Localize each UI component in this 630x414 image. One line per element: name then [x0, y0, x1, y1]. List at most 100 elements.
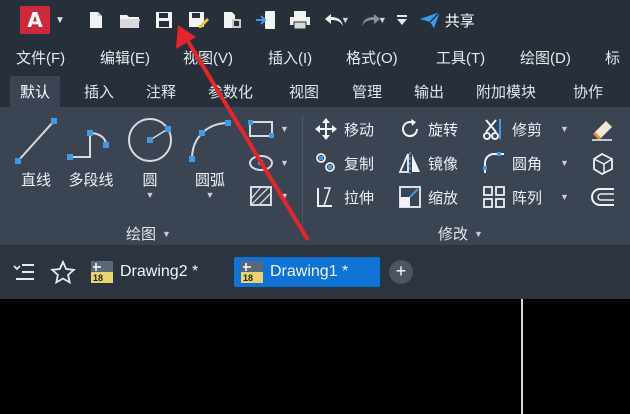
file-tab-bar: 18 Drawing2 * 18 Drawing1 * + [0, 245, 630, 299]
ellipse-caret-icon[interactable]: ▼ [280, 158, 289, 168]
export-icon[interactable] [249, 5, 283, 35]
tab-default[interactable]: 默认 [10, 76, 61, 107]
file-list-icon[interactable] [12, 260, 36, 289]
scale-tool[interactable]: 缩放 [398, 185, 458, 209]
panel-divider [302, 115, 303, 237]
line-tool[interactable]: 直线 [14, 117, 58, 190]
crosshair-line [521, 299, 523, 414]
explode-tool[interactable] [590, 151, 616, 175]
offset-tool[interactable] [590, 185, 616, 209]
tab-annotate[interactable]: 注释 [146, 81, 176, 102]
share-icon [419, 11, 441, 28]
circle-icon [128, 118, 172, 162]
tab-output[interactable]: 输出 [414, 81, 444, 102]
open-folder-icon[interactable] [113, 5, 147, 35]
application-menu-button[interactable]: A [20, 6, 50, 34]
file-tab-drawing1[interactable]: 18 Drawing1 * [234, 257, 380, 287]
trim-icon [483, 119, 501, 140]
tab-addins[interactable]: 附加模块 [476, 81, 536, 102]
line-icon [15, 118, 57, 164]
menu-dimension[interactable]: 标 [605, 47, 620, 68]
scale-icon [399, 186, 421, 208]
circle-tool[interactable]: 圆 ▼ [126, 115, 174, 200]
drawing-canvas[interactable] [0, 299, 630, 414]
dwg-badge-2: 18 [93, 273, 103, 283]
erase-tool[interactable] [590, 117, 616, 141]
array-icon [483, 186, 505, 208]
circle-caret-icon[interactable]: ▼ [146, 190, 155, 200]
hatch-tool[interactable]: ▼ [248, 185, 289, 207]
tab-manage[interactable]: 管理 [352, 81, 382, 102]
ellipse-icon [249, 155, 273, 171]
hatch-caret-icon[interactable]: ▼ [280, 191, 289, 201]
stretch-tool[interactable]: 拉伸 [314, 185, 374, 209]
file-tab-label: Drawing2 * [120, 263, 199, 280]
quick-access-toolbar: A ▼ ▼ ▼ 共享 [0, 0, 630, 40]
stretch-icon [317, 187, 332, 207]
rectangle-caret-icon[interactable]: ▼ [280, 124, 289, 134]
fillet-tool[interactable]: 圆角 ▼ [482, 151, 569, 175]
menu-view[interactable]: 视图(V) [183, 47, 233, 68]
arc-caret-icon[interactable]: ▼ [206, 190, 215, 200]
new-file-icon[interactable] [79, 5, 113, 35]
share-label: 共享 [444, 12, 475, 30]
hatch-icon [250, 186, 272, 206]
draw-panel-caret-icon: ▼ [162, 228, 171, 239]
favorites-star-icon[interactable] [50, 259, 76, 289]
copy-tool[interactable]: 复制 [314, 151, 374, 175]
save-as-icon[interactable] [181, 5, 215, 35]
menu-format[interactable]: 格式(O) [346, 47, 398, 68]
rotate-tool[interactable]: 旋转 [398, 117, 458, 141]
modify-panel-title[interactable]: 修改 ▼ [438, 223, 483, 244]
move-icon [315, 118, 337, 140]
eraser-icon [592, 121, 612, 141]
share-button[interactable]: 共享 [419, 10, 475, 31]
print-icon[interactable] [283, 5, 317, 35]
fillet-icon [483, 152, 504, 173]
app-menu-caret-icon[interactable]: ▼ [55, 15, 65, 26]
rotate-icon [402, 119, 419, 138]
file-tab-label: Drawing1 * [270, 263, 349, 280]
menu-draw[interactable]: 绘图(D) [520, 47, 571, 68]
draw-panel-title[interactable]: 绘图 ▼ [126, 223, 171, 244]
menu-file[interactable]: 文件(F) [16, 47, 65, 68]
offset-icon [591, 188, 614, 206]
trim-caret-icon[interactable]: ▼ [560, 124, 569, 134]
plot-publish-icon[interactable] [215, 5, 249, 35]
menu-insert[interactable]: 插入(I) [268, 47, 312, 68]
mirror-tool[interactable]: 镜像 [398, 151, 458, 175]
menu-bar: 文件(F) 编辑(E) 视图(V) 插入(I) 格式(O) 工具(T) 绘图(D… [0, 40, 630, 73]
modify-panel-caret-icon: ▼ [474, 228, 483, 239]
arc-icon [189, 120, 231, 162]
customize-caret-icon[interactable] [391, 5, 413, 35]
redo-caret-icon[interactable]: ▼ [378, 15, 387, 25]
trim-tool[interactable]: 修剪 ▼ [482, 117, 569, 141]
tab-insert[interactable]: 插入 [84, 81, 114, 102]
undo-caret-icon[interactable]: ▼ [341, 15, 350, 25]
mirror-icon [398, 152, 420, 174]
move-tool[interactable]: 移动 [314, 117, 374, 141]
drawing-file-icon: 18 [90, 260, 114, 284]
copy-icon [316, 153, 335, 172]
tab-view[interactable]: 视图 [289, 81, 319, 102]
tab-collaborate[interactable]: 协作 [573, 81, 603, 102]
drawing-file-icon: 18 [240, 260, 264, 284]
file-tab-drawing2[interactable]: 18 Drawing2 * [84, 257, 208, 287]
polyline-icon [67, 130, 109, 160]
rectangle-tool[interactable]: ▼ [248, 119, 289, 139]
ribbon-tab-bar: 默认 插入 注释 参数化 视图 管理 输出 附加模块 协作 [0, 73, 630, 107]
menu-tools[interactable]: 工具(T) [436, 47, 485, 68]
tab-parametric[interactable]: 参数化 [208, 81, 253, 102]
array-tool[interactable]: 阵列 ▼ [482, 185, 569, 209]
array-caret-icon[interactable]: ▼ [560, 192, 569, 202]
fillet-caret-icon[interactable]: ▼ [560, 158, 569, 168]
menu-edit[interactable]: 编辑(E) [100, 47, 150, 68]
arc-tool[interactable]: 圆弧 ▼ [186, 117, 234, 200]
rectangle-icon [248, 120, 274, 138]
polyline-tool[interactable]: 多段线 [66, 117, 116, 190]
new-tab-button[interactable]: + [389, 260, 413, 284]
ellipse-tool[interactable]: ▼ [248, 153, 289, 173]
cube-icon [593, 152, 613, 175]
save-icon[interactable] [147, 5, 181, 35]
ribbon-panel: 直线 多段线 圆 ▼ 圆弧 ▼ ▼ ▼ ▼ 绘图 ▼ 移动 旋转 修剪 ▼ 复制… [0, 107, 630, 245]
